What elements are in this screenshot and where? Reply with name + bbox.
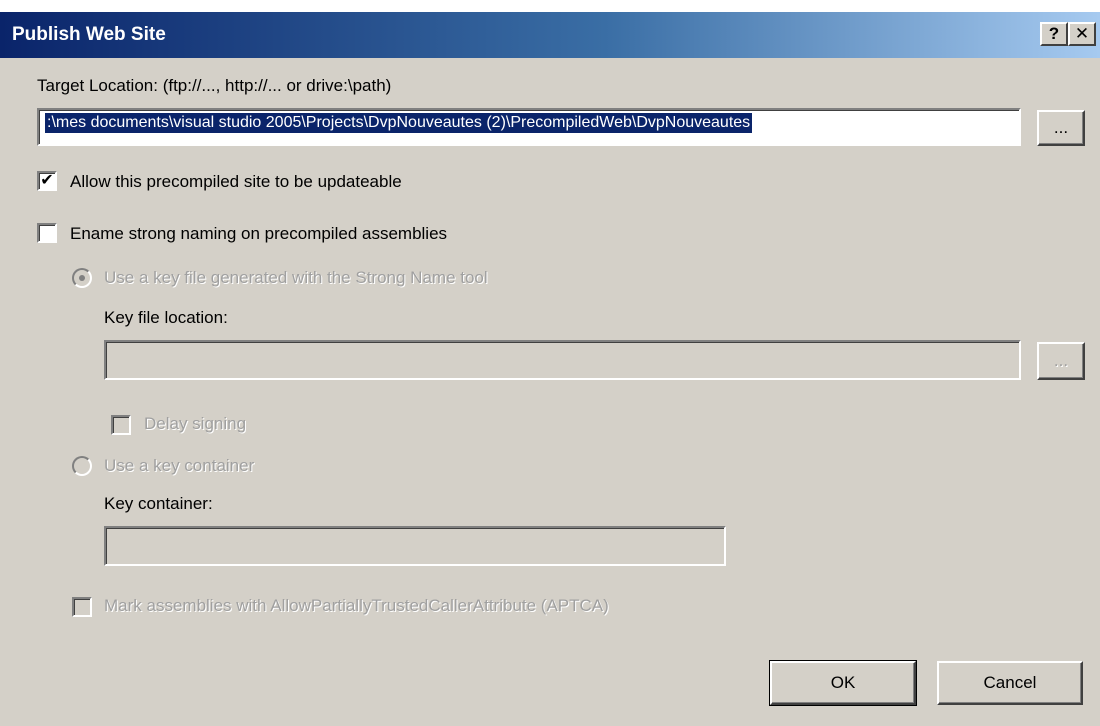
cancel-button[interactable]: Cancel: [937, 661, 1083, 705]
help-icon: ?: [1048, 24, 1060, 43]
help-button[interactable]: ?: [1040, 22, 1068, 46]
close-button[interactable]: ✕: [1068, 22, 1096, 46]
target-location-value: :\mes documents\visual studio 2005\Proje…: [45, 113, 753, 133]
key-container-radio[interactable]: [72, 456, 92, 476]
key-container-input[interactable]: [104, 526, 726, 566]
key-container-label: Key container:: [104, 494, 213, 513]
delay-signing-label: Delay signing: [144, 414, 247, 433]
aptca-checkbox[interactable]: [72, 597, 92, 617]
key-file-location-label: Key file location:: [104, 308, 228, 327]
key-file-radio-label: Use a key file generated with the Strong…: [104, 268, 488, 287]
target-browse-button[interactable]: ...: [1037, 110, 1085, 146]
checkmark-icon: ✔: [40, 172, 54, 189]
ellipsis-icon: ...: [1053, 118, 1069, 137]
radio-dot-icon: [79, 275, 85, 281]
key-file-browse-button[interactable]: ...: [1037, 342, 1085, 380]
updateable-label: Allow this precompiled site to be update…: [70, 172, 402, 191]
target-location-label: Target Location: (ftp://..., http://... …: [37, 76, 392, 95]
top-strip: [0, 0, 1100, 12]
ok-button[interactable]: OK: [769, 660, 917, 706]
strong-naming-checkbox[interactable]: [37, 223, 57, 243]
window-title: Publish Web Site: [12, 24, 166, 45]
key-container-radio-label: Use a key container: [104, 456, 255, 475]
key-file-location-input[interactable]: [104, 340, 1021, 380]
updateable-checkbox[interactable]: ✔: [37, 171, 57, 191]
aptca-label: Mark assemblies with AllowPartiallyTrust…: [104, 596, 609, 615]
ellipsis-icon: ...: [1053, 351, 1069, 370]
strong-naming-label: Ename strong naming on precompiled assem…: [70, 224, 448, 243]
close-icon: ✕: [1074, 24, 1090, 43]
delay-signing-checkbox[interactable]: [111, 415, 131, 435]
target-location-input[interactable]: :\mes documents\visual studio 2005\Proje…: [37, 108, 1021, 146]
key-file-radio[interactable]: [72, 268, 92, 288]
